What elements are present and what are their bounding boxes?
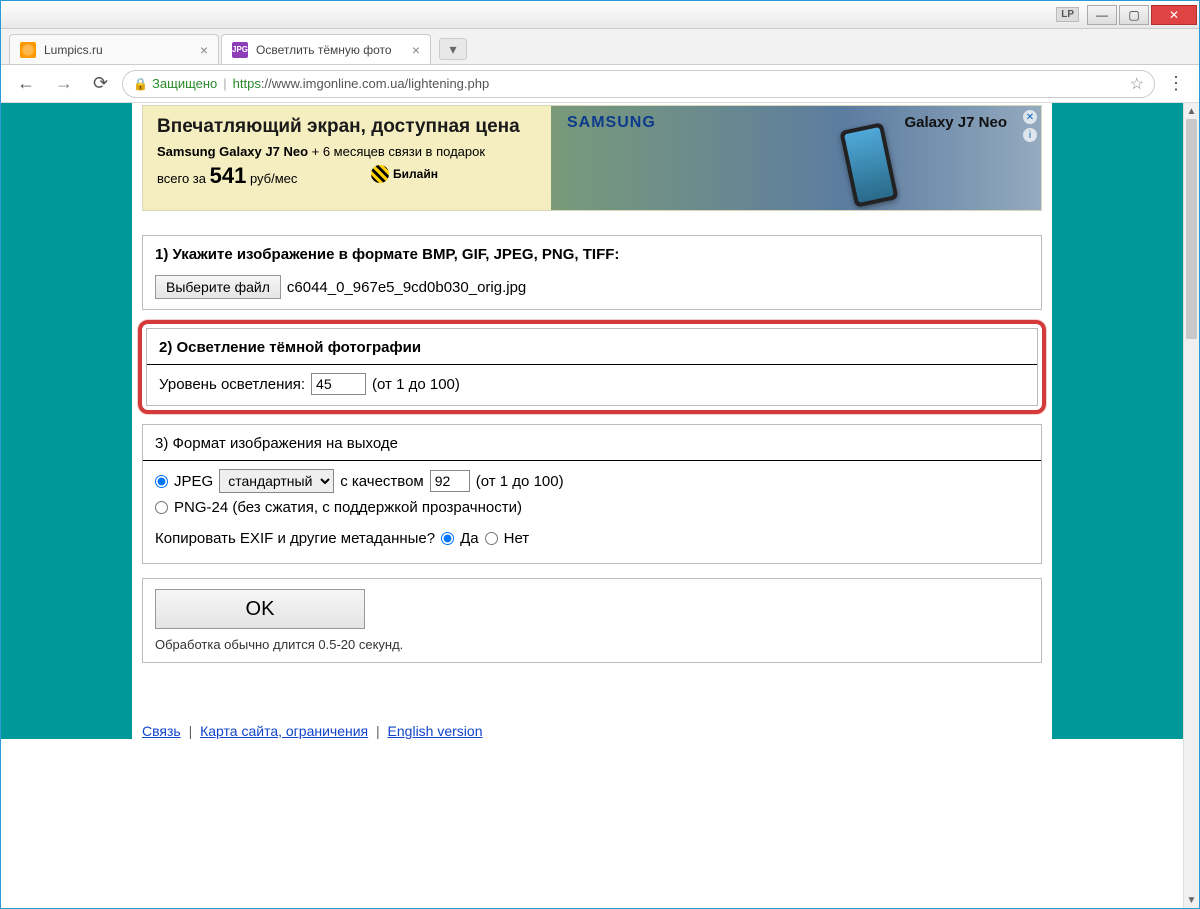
ad-subline: Samsung Galaxy J7 Neo + 6 месяцев связи … bbox=[157, 144, 537, 159]
section-title: 2) Осветление тёмной фотографии bbox=[159, 339, 421, 356]
exif-no-label: Нет bbox=[504, 530, 530, 547]
favicon-icon: JPG bbox=[232, 42, 248, 58]
scroll-down-icon[interactable]: ▼ bbox=[1184, 892, 1199, 908]
ad-text: Впечатляющий экран, доступная цена Samsu… bbox=[143, 106, 551, 210]
level-label: Уровень осветления: bbox=[159, 376, 305, 393]
section-output-format: 3) Формат изображения на выходе JPEG ста… bbox=[142, 424, 1042, 564]
link-contact[interactable]: Связь bbox=[142, 723, 181, 739]
exif-question: Копировать EXIF и другие метаданные? bbox=[155, 530, 435, 547]
page-bg-left bbox=[1, 103, 132, 739]
window-maximize-button[interactable]: ▢ bbox=[1119, 5, 1149, 25]
page-bg-right bbox=[1052, 103, 1183, 739]
forward-button[interactable]: → bbox=[49, 73, 79, 94]
phone-icon bbox=[839, 122, 898, 207]
ad-banner[interactable]: Впечатляющий экран, доступная цена Samsu… bbox=[142, 105, 1042, 211]
url-scheme: https bbox=[233, 76, 261, 91]
beeline-label: Билайн bbox=[393, 167, 438, 181]
reload-button[interactable]: ⟳ bbox=[87, 73, 114, 94]
ad-close-icon[interactable]: ✕ bbox=[1023, 110, 1037, 124]
vertical-scrollbar[interactable]: ▲ ▼ bbox=[1183, 103, 1199, 908]
lightening-level-input[interactable] bbox=[311, 373, 366, 395]
jpeg-mode-select[interactable]: стандартный bbox=[219, 469, 334, 493]
tab-label: Осветлить тёмную фото bbox=[256, 43, 392, 57]
scrollbar-track[interactable] bbox=[1184, 119, 1199, 892]
tab-label: Lumpics.ru bbox=[44, 43, 103, 57]
png-label: PNG-24 (без сжатия, с поддержкой прозрач… bbox=[174, 499, 522, 516]
browser-tab-imgonline[interactable]: JPG Осветлить тёмную фото × bbox=[221, 34, 431, 64]
exif-yes-label: Да bbox=[460, 530, 479, 547]
divider bbox=[143, 460, 1041, 461]
bookmark-star-icon[interactable]: ☆ bbox=[1130, 74, 1144, 94]
toolbar: ← → ⟳ 🔒 Защищено | https ://www.imgonlin… bbox=[1, 65, 1199, 103]
tab-strip: Lumpics.ru × JPG Осветлить тёмную фото ×… bbox=[1, 29, 1199, 65]
ad-price-pre: всего за bbox=[157, 171, 210, 186]
close-icon[interactable]: × bbox=[200, 42, 208, 58]
window-titlebar: LP — ▢ ✕ bbox=[1, 1, 1199, 29]
processing-note: Обработка обычно длится 0.5-20 секунд. bbox=[155, 637, 1029, 652]
beeline-icon bbox=[371, 165, 389, 183]
chosen-file-name: c6044_0_967e5_9cd0b030_orig.jpg bbox=[287, 279, 526, 296]
scrollbar-thumb[interactable] bbox=[1186, 119, 1197, 339]
format-png-radio[interactable] bbox=[155, 501, 168, 514]
jpeg-quality-hint: (от 1 до 100) bbox=[476, 473, 564, 490]
link-sitemap[interactable]: Карта сайта, ограничения bbox=[200, 723, 368, 739]
section-title: 1) Укажите изображение в формате BMP, GI… bbox=[155, 246, 619, 263]
level-hint: (от 1 до 100) bbox=[372, 376, 460, 393]
section-lightening: 2) Осветление тёмной фотографии Уровень … bbox=[146, 328, 1038, 406]
link-english[interactable]: English version bbox=[388, 723, 483, 739]
url-path: ://www.imgonline.com.ua/lightening.php bbox=[261, 76, 489, 91]
divider: | bbox=[223, 76, 226, 91]
divider bbox=[147, 364, 1037, 365]
favicon-icon bbox=[20, 42, 36, 58]
page: Впечатляющий экран, доступная цена Samsu… bbox=[1, 103, 1183, 908]
back-button[interactable]: ← bbox=[11, 73, 41, 94]
browser-tab-lumpics[interactable]: Lumpics.ru × bbox=[9, 34, 219, 64]
secure-label: Защищено bbox=[152, 76, 217, 91]
lock-icon: 🔒 bbox=[133, 77, 148, 91]
viewport: Впечатляющий экран, доступная цена Samsu… bbox=[1, 103, 1199, 908]
ad-image: SAMSUNG Galaxy J7 Neo ✕ i bbox=[551, 106, 1041, 210]
window-minimize-button[interactable]: — bbox=[1087, 5, 1117, 25]
highlight-box: 2) Осветление тёмной фотографии Уровень … bbox=[138, 320, 1046, 414]
browser-menu-button[interactable]: ⋮ bbox=[1163, 73, 1189, 94]
browser-window: LP — ▢ ✕ Lumpics.ru × JPG Осветлить тёмн… bbox=[0, 0, 1200, 909]
titlebar-badge: LP bbox=[1056, 7, 1079, 22]
window-close-button[interactable]: ✕ bbox=[1151, 5, 1197, 25]
page-content: Впечатляющий экран, доступная цена Samsu… bbox=[132, 103, 1052, 739]
footer-links: Связь | Карта сайта, ограничения | Engli… bbox=[142, 723, 1042, 739]
divider: | bbox=[189, 723, 193, 739]
exif-yes-radio[interactable] bbox=[441, 532, 454, 545]
exif-no-radio[interactable] bbox=[485, 532, 498, 545]
ad-headline: Впечатляющий экран, доступная цена bbox=[157, 116, 537, 138]
section-upload: 1) Укажите изображение в формате BMP, GI… bbox=[142, 235, 1042, 310]
ok-button[interactable]: OK bbox=[155, 589, 365, 629]
format-jpeg-radio[interactable] bbox=[155, 475, 168, 488]
jpeg-label: JPEG bbox=[174, 473, 213, 490]
ad-price-suf: руб/мес bbox=[250, 171, 297, 186]
section-submit: OK Обработка обычно длится 0.5-20 секунд… bbox=[142, 578, 1042, 663]
ad-price-value: 541 bbox=[210, 163, 247, 188]
new-tab-button[interactable]: ▾ bbox=[439, 38, 467, 60]
scroll-up-icon[interactable]: ▲ bbox=[1184, 103, 1199, 119]
close-icon[interactable]: × bbox=[412, 42, 420, 58]
ad-product-name: Galaxy J7 Neo bbox=[904, 114, 1007, 131]
jpeg-quality-input[interactable] bbox=[430, 470, 470, 492]
section-title: 3) Формат изображения на выходе bbox=[155, 435, 398, 452]
jpeg-quality-label: с качеством bbox=[340, 473, 424, 490]
address-bar[interactable]: 🔒 Защищено | https ://www.imgonline.com.… bbox=[122, 70, 1155, 98]
choose-file-button[interactable]: Выберите файл bbox=[155, 275, 281, 299]
divider: | bbox=[376, 723, 380, 739]
beeline-logo: Билайн bbox=[371, 165, 438, 183]
ad-info-icon[interactable]: i bbox=[1023, 128, 1037, 142]
samsung-logo: SAMSUNG bbox=[567, 114, 656, 132]
ad-price: всего за 541 руб/мес Билайн bbox=[157, 163, 537, 189]
